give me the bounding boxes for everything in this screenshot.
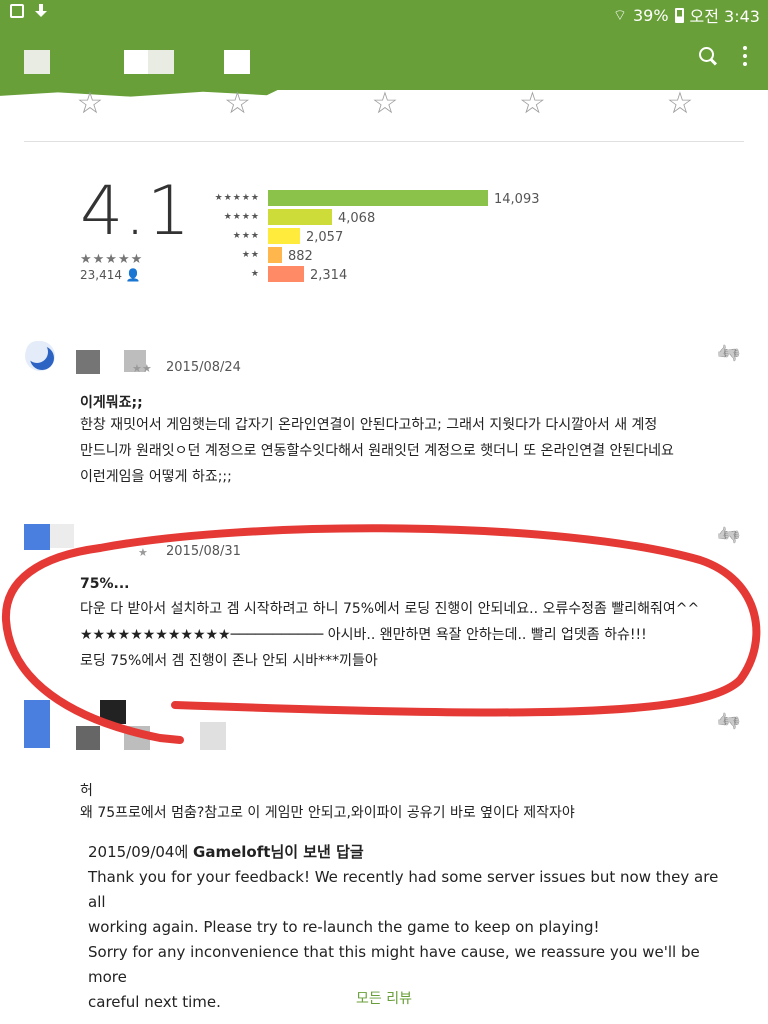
gallery-icon [10, 4, 24, 18]
redacted-name [76, 350, 100, 374]
avatar [24, 700, 50, 748]
average-rating: 4.1 [80, 172, 192, 251]
rate-star-5[interactable]: ☆ [630, 86, 730, 121]
histogram-star-label: ★★★ [232, 231, 260, 241]
divider [24, 141, 744, 142]
helpful-icon[interactable] [716, 526, 738, 542]
app-bar [0, 26, 768, 97]
histogram-count: 2,314 [310, 268, 348, 283]
avatar [24, 524, 50, 550]
all-reviews-link[interactable]: 모든 리뷰 [0, 988, 768, 1008]
review-stars: ★ [138, 546, 148, 559]
histogram-count: 4,068 [338, 211, 376, 226]
helpful-icon[interactable] [716, 344, 738, 360]
review-stars: ★★ [132, 362, 152, 375]
histogram-bar [268, 190, 488, 206]
review-date: 2015/08/31 [166, 544, 241, 559]
redacted-name [200, 722, 226, 750]
total-reviews: 23,414 👤 [80, 268, 141, 282]
histogram-bar [268, 247, 282, 263]
rate-star-3[interactable]: ☆ [335, 86, 435, 121]
histogram-star-label: ★★★★★ [214, 193, 260, 203]
helpful-icon[interactable] [716, 712, 738, 728]
redacted-name [76, 726, 100, 750]
histogram-count: 882 [288, 249, 313, 264]
review-body: 왜 75프로에서 멈춤?참고로 이 게임만 안되고,와이파이 공유기 바로 옆이… [80, 805, 575, 821]
status-bar: ⌔ 39% 오전 3:43 [0, 0, 768, 26]
review-title: 허 [80, 783, 93, 799]
battery-percent: 39% [632, 5, 669, 25]
battery-icon [674, 7, 684, 23]
histogram-bar [268, 209, 332, 225]
histogram-count: 2,057 [306, 230, 344, 245]
rate-stars: ☆ ☆ ☆ ☆ ☆ [40, 86, 730, 121]
review-date: 2015/08/24 [166, 360, 241, 375]
rate-star-4[interactable]: ☆ [483, 86, 583, 121]
histogram-star-label: ★ [250, 269, 260, 279]
histogram-star-label: ★★ [241, 250, 260, 260]
wifi-icon: ⌔ [612, 5, 627, 24]
histogram-star-label: ★★★★ [223, 212, 260, 222]
review-body: 한창 재밋어서 게임햇는데 갑자기 온라인연결이 안된다고하고; 그래서 지웟다… [80, 417, 674, 485]
review-body: 다운 다 받아서 설치하고 겜 시작하려고 하니 75%에서 로딩 진행이 안되… [80, 601, 700, 669]
redacted-title [24, 50, 250, 74]
redacted-name [124, 726, 150, 750]
rate-star-2[interactable]: ☆ [188, 86, 288, 121]
redacted-name [100, 700, 126, 724]
summary-stars: ★★★★★ [80, 252, 144, 267]
rate-star-1[interactable]: ☆ [40, 86, 140, 121]
redacted-name [50, 524, 74, 548]
developer-reply-header: 2015/09/04에 Gameloft님이 보낸 답글 [88, 843, 364, 861]
review-title: 75%... [80, 576, 130, 592]
avatar [24, 340, 56, 372]
histogram-count: 14,093 [494, 192, 540, 207]
download-icon [34, 4, 48, 20]
overflow-menu-icon[interactable] [742, 46, 748, 66]
histogram-bar [268, 228, 300, 244]
review-title: 이게뭐죠;; [80, 395, 143, 411]
histogram-bar [268, 266, 304, 282]
search-icon[interactable] [698, 46, 720, 68]
clock: 오전 3:43 [689, 7, 760, 26]
person-icon: 👤 [125, 268, 141, 282]
